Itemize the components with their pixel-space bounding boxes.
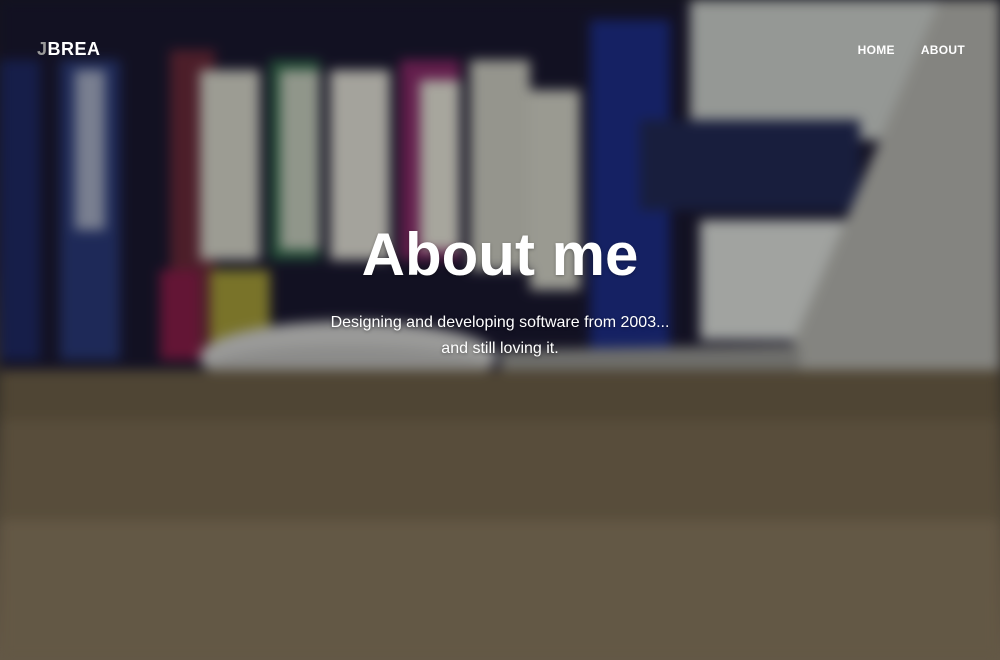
page-heading: About me Designing and developing softwa…	[0, 220, 1000, 362]
page-subtitle: Designing and developing software from 2…	[0, 310, 1000, 362]
subtitle-line-2: and still loving it.	[441, 340, 559, 357]
brand-initial: J	[37, 39, 48, 59]
page-title: About me	[361, 221, 639, 288]
nav-link-about[interactable]: ABOUT	[921, 43, 965, 57]
brand-name: BREA	[47, 39, 101, 59]
nav-link-home[interactable]: HOME	[858, 43, 895, 57]
subtitle-line-1: Designing and developing software from 2…	[330, 314, 670, 331]
page-header-hero: JBREA HOME ABOUT About me Designing and …	[0, 0, 1000, 660]
nav-menu: HOME ABOUT	[858, 43, 965, 57]
navbar: JBREA HOME ABOUT	[0, 0, 1000, 100]
brand-logo-link[interactable]: JBREA	[37, 39, 101, 60]
